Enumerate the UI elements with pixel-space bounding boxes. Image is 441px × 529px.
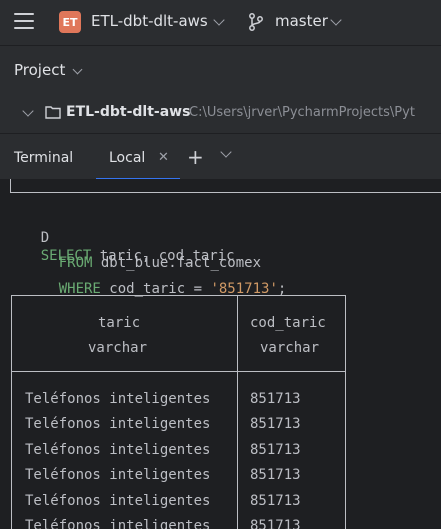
chevron-down-icon[interactable] (220, 146, 232, 158)
project-view-title[interactable]: Project (14, 61, 65, 79)
table-cell: Teléfonos inteligentes (25, 391, 211, 407)
table-cell: 851713 (250, 416, 301, 432)
column-header-type: varchar (88, 340, 148, 356)
project-selector[interactable]: ETL-dbt-dlt-aws (91, 12, 208, 30)
table-cell: Teléfonos inteligentes (25, 416, 211, 432)
table-cell: 851713 (250, 391, 301, 407)
column-header-name: taric (98, 315, 141, 331)
chevron-down-icon[interactable] (72, 64, 83, 75)
project-panel: Project ETL-dbt-dlt-aws C:\Users\jrver\P… (0, 45, 441, 133)
terminal-tab-bar: Terminal Local ✕ + (0, 133, 441, 180)
column-header-name: cod_taric (250, 315, 326, 331)
tree-item-path: C:\Users\jrver\PycharmProjects\Pyt (189, 105, 415, 120)
project-badge[interactable]: ET (59, 11, 81, 33)
sql-line-where: WHERE cod_taric = '851713'; (25, 262, 287, 316)
tab-local-label: Local (109, 150, 146, 166)
table-cell: Teléfonos inteligentes (25, 467, 211, 483)
close-icon[interactable]: ✕ (158, 150, 169, 165)
table-cell: 851713 (250, 467, 301, 483)
folder-icon (45, 106, 61, 119)
table-cell: 851713 (250, 442, 301, 458)
chevron-down-icon[interactable] (213, 14, 225, 26)
branch-selector[interactable]: master (275, 12, 328, 30)
table-cell: Teléfonos inteligentes (25, 518, 211, 529)
main-menu-icon[interactable] (14, 13, 34, 31)
expand-chevron-icon[interactable] (22, 105, 34, 117)
terminal-tool-title: Terminal (14, 150, 74, 166)
add-icon[interactable]: + (187, 145, 204, 169)
tab-local[interactable]: Local ✕ (96, 134, 180, 180)
tree-item-label: ETL-dbt-dlt-aws (66, 104, 191, 120)
table-cell: Teléfonos inteligentes (25, 442, 211, 458)
chevron-down-icon[interactable] (330, 14, 342, 26)
table-cell: 851713 (250, 518, 301, 529)
git-branch-icon[interactable] (248, 13, 264, 31)
table-cell: 851713 (250, 493, 301, 509)
tree-item-root[interactable]: ETL-dbt-dlt-aws C:\Users\jrver\PycharmPr… (0, 100, 441, 126)
title-bar: ET ETL-dbt-dlt-aws master (0, 0, 441, 45)
column-header-type: varchar (260, 340, 320, 356)
table-cell: Teléfonos inteligentes (25, 493, 211, 509)
project-view-title-label: Project (14, 61, 66, 79)
terminal-output[interactable]: D SELECT taric, cod_taric FROM dbt_blue.… (0, 179, 441, 529)
